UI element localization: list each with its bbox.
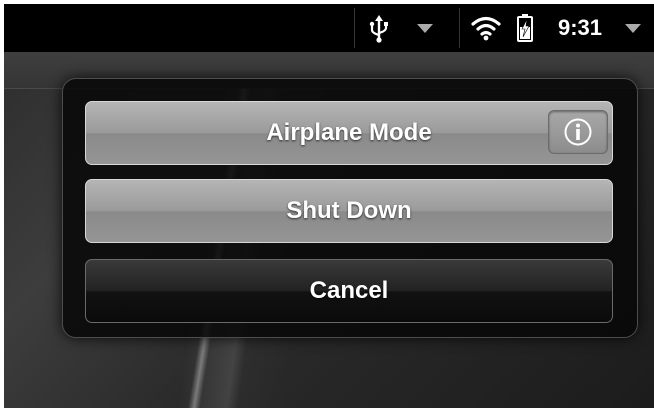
usb-icon[interactable] (364, 14, 394, 44)
power-dialog: Airplane Mode Shut Down Cancel (62, 78, 638, 338)
airplane-mode-label: Airplane Mode (266, 119, 432, 146)
menu-arrow-icon[interactable] (412, 18, 438, 38)
wifi-icon[interactable] (469, 14, 503, 42)
status-bar: 9:31 (4, 4, 654, 52)
info-button[interactable] (548, 110, 608, 154)
status-separator (459, 8, 460, 48)
menu-arrow-icon[interactable] (620, 18, 646, 38)
cancel-button[interactable]: Cancel (85, 259, 613, 323)
status-separator (354, 8, 355, 48)
screen: 9:31 Airplane Mode Shut Down Cancel (4, 4, 654, 408)
battery-charging-icon[interactable] (514, 12, 536, 44)
airplane-mode-button[interactable]: Airplane Mode (85, 101, 613, 165)
shut-down-button[interactable]: Shut Down (85, 179, 613, 243)
cancel-label: Cancel (309, 277, 389, 304)
shut-down-label: Shut Down (286, 197, 412, 224)
status-clock[interactable]: 9:31 (550, 14, 610, 42)
info-icon (564, 118, 592, 146)
